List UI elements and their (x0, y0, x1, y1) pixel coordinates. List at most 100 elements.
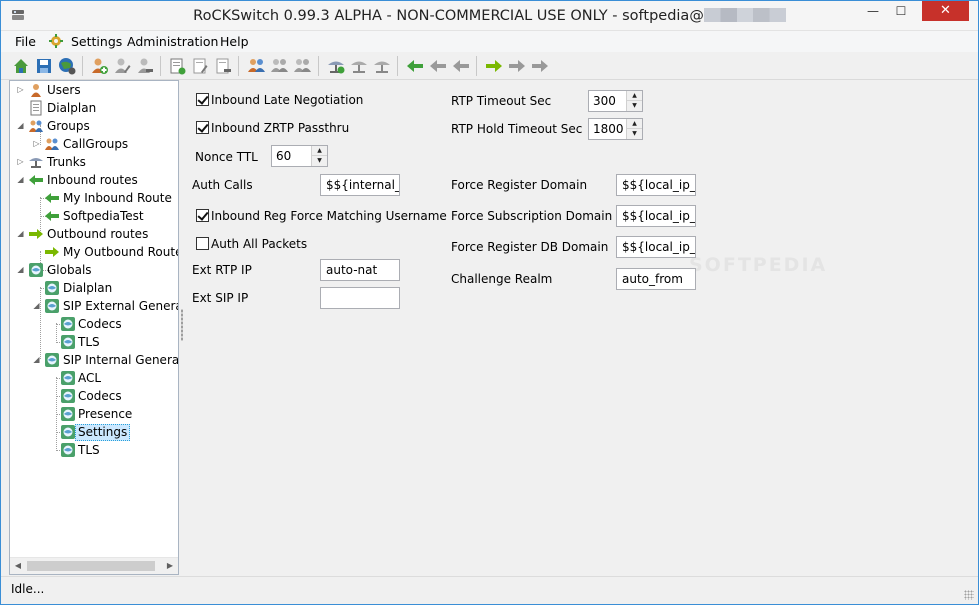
tree-item-sip-internal-general[interactable]: ◢ SIP Internal General (10, 351, 178, 369)
tree-item-globals[interactable]: ◢ Globals (10, 261, 178, 279)
inbound-reg-force-checkbox[interactable] (196, 209, 209, 222)
menu-file[interactable]: File (15, 34, 36, 49)
tree-item-internal-codecs[interactable]: Codecs (10, 387, 178, 405)
close-button[interactable]: ✕ (922, 1, 969, 21)
rtp-hold-timeout-sec-spinner[interactable]: 1800 ▲ ▼ (588, 118, 643, 140)
decrement-icon[interactable]: ▼ (627, 101, 642, 111)
ext-sip-ip-input[interactable] (320, 287, 400, 309)
globe-icon (61, 335, 75, 349)
home-icon[interactable] (11, 56, 31, 76)
collapse-icon[interactable]: ◢ (32, 301, 41, 310)
auth-calls-input[interactable]: $${internal_au (320, 174, 400, 196)
minimize-button[interactable]: — (859, 1, 887, 21)
add-outbound-icon[interactable] (484, 56, 504, 76)
force-register-domain-input[interactable]: $${local_ip_v4 (616, 174, 696, 196)
outbound-arrow-icon (29, 229, 43, 239)
tree-item-my-inbound-route[interactable]: My Inbound Route (10, 189, 178, 207)
force-register-db-domain-input[interactable]: $${local_ip_v4 (616, 236, 696, 258)
challenge-realm-input[interactable]: auto_from (616, 268, 696, 290)
tree-item-sip-external-general[interactable]: ◢ SIP External General (10, 297, 178, 315)
status-bar: Idle... (1, 576, 978, 604)
edit-dialplan-icon[interactable] (190, 56, 210, 76)
expand-icon[interactable]: ▷ (16, 85, 25, 94)
menu-settings[interactable]: Settings (71, 34, 122, 49)
force-subscription-domain-label: Force Subscription Domain (451, 209, 613, 223)
force-subscription-domain-input[interactable]: $${local_ip_v4 (616, 205, 696, 227)
user-icon (31, 84, 41, 97)
navigation-tree[interactable]: ▷ Users Dialplan ◢ Groups ▷ CallGroups ▷… (9, 80, 179, 575)
expand-icon[interactable]: ▷ (16, 157, 25, 166)
tree-item-external-tls[interactable]: TLS (10, 333, 178, 351)
increment-icon[interactable]: ▲ (627, 91, 642, 101)
menu-administration[interactable]: Administration (127, 34, 218, 49)
scroll-thumb[interactable] (27, 561, 155, 571)
collapse-icon[interactable]: ◢ (16, 175, 25, 184)
edit-group-icon[interactable] (270, 56, 290, 76)
auth-calls-label: Auth Calls (192, 178, 253, 192)
remove-dialplan-icon[interactable] (213, 56, 233, 76)
tree-item-groups[interactable]: ◢ Groups (10, 117, 178, 135)
tree-item-dialplan[interactable]: Dialplan (10, 99, 178, 117)
tree-item-outbound-routes[interactable]: ◢ Outbound routes (10, 225, 178, 243)
collapse-icon[interactable]: ◢ (32, 355, 41, 364)
edit-trunk-icon[interactable] (349, 56, 369, 76)
globe-icon (29, 263, 43, 277)
tree-item-inbound-routes[interactable]: ◢ Inbound routes (10, 171, 178, 189)
remove-user-icon[interactable] (135, 56, 155, 76)
increment-icon[interactable]: ▲ (312, 146, 327, 156)
tree-item-globals-dialplan[interactable]: Dialplan (10, 279, 178, 297)
rtp-hold-timeout-sec-label: RTP Hold Timeout Sec (451, 122, 583, 136)
tree-item-trunks[interactable]: ▷ Trunks (10, 153, 178, 171)
decrement-icon[interactable]: ▼ (627, 129, 642, 139)
rtp-timeout-sec-spinner[interactable]: 300 ▲ ▼ (588, 90, 643, 112)
tree-item-presence[interactable]: Presence (10, 405, 178, 423)
tree-item-users[interactable]: ▷ Users (10, 81, 178, 99)
tree-item-internal-tls[interactable]: TLS (10, 441, 178, 459)
collapse-icon[interactable]: ◢ (16, 265, 25, 274)
tree-item-softpediatest[interactable]: SoftpediaTest (10, 207, 178, 225)
inbound-arrow-icon (45, 211, 59, 221)
tree-horizontal-scrollbar[interactable]: ◀ ▶ (10, 557, 178, 574)
settings-form: SOFTPEDIA Inbound Late Negotiation Inbou… (184, 80, 978, 575)
add-trunk-icon[interactable] (326, 56, 346, 76)
increment-icon[interactable]: ▲ (627, 119, 642, 129)
collapse-icon[interactable]: ◢ (16, 121, 25, 130)
inbound-arrow-icon (45, 193, 59, 203)
edit-outbound-icon[interactable] (507, 56, 527, 76)
scroll-right-icon[interactable]: ▶ (165, 561, 175, 571)
tree-item-settings-selected[interactable]: Settings (10, 423, 178, 441)
add-inbound-icon[interactable] (405, 56, 425, 76)
maximize-button[interactable]: ☐ (887, 1, 915, 21)
remove-trunk-icon[interactable] (372, 56, 392, 76)
add-dialplan-icon[interactable] (167, 56, 187, 76)
tree-item-acl[interactable]: ACL (10, 369, 178, 387)
menu-help[interactable]: Help (220, 34, 249, 49)
collapse-icon[interactable]: ◢ (16, 229, 25, 238)
inbound-arrow-icon (29, 175, 43, 185)
globe-icon (45, 281, 59, 295)
auth-all-packets-checkbox[interactable] (196, 237, 209, 250)
tree-item-external-codecs[interactable]: Codecs (10, 315, 178, 333)
inbound-zrtp-passthru-checkbox[interactable] (196, 121, 209, 134)
edit-user-icon[interactable] (112, 56, 132, 76)
decrement-icon[interactable]: ▼ (312, 156, 327, 166)
remove-outbound-icon[interactable] (530, 56, 550, 76)
add-group-icon[interactable] (247, 56, 267, 76)
globe-icon[interactable] (57, 56, 77, 76)
inbound-late-negotiation-checkbox[interactable] (196, 93, 209, 106)
ext-rtp-ip-input[interactable]: auto-nat (320, 259, 400, 281)
scroll-left-icon[interactable]: ◀ (13, 561, 23, 571)
remove-inbound-icon[interactable] (451, 56, 471, 76)
tree-item-callgroups[interactable]: ▷ CallGroups (10, 135, 178, 153)
resize-grip-icon[interactable] (964, 590, 974, 600)
title-bar[interactable]: RoCKSwitch 0.99.3 ALPHA - NON-COMMERCIAL… (1, 1, 978, 31)
pane-splitter[interactable] (181, 309, 183, 341)
inbound-late-negotiation-label: Inbound Late Negotiation (211, 93, 364, 107)
save-icon[interactable] (34, 56, 54, 76)
add-user-icon[interactable] (89, 56, 109, 76)
expand-icon[interactable]: ▷ (32, 139, 41, 148)
edit-inbound-icon[interactable] (428, 56, 448, 76)
nonce-ttl-spinner[interactable]: 60 ▲ ▼ (271, 145, 328, 167)
tree-item-my-outbound-route[interactable]: My Outbound Route (10, 243, 178, 261)
remove-group-icon[interactable] (293, 56, 313, 76)
